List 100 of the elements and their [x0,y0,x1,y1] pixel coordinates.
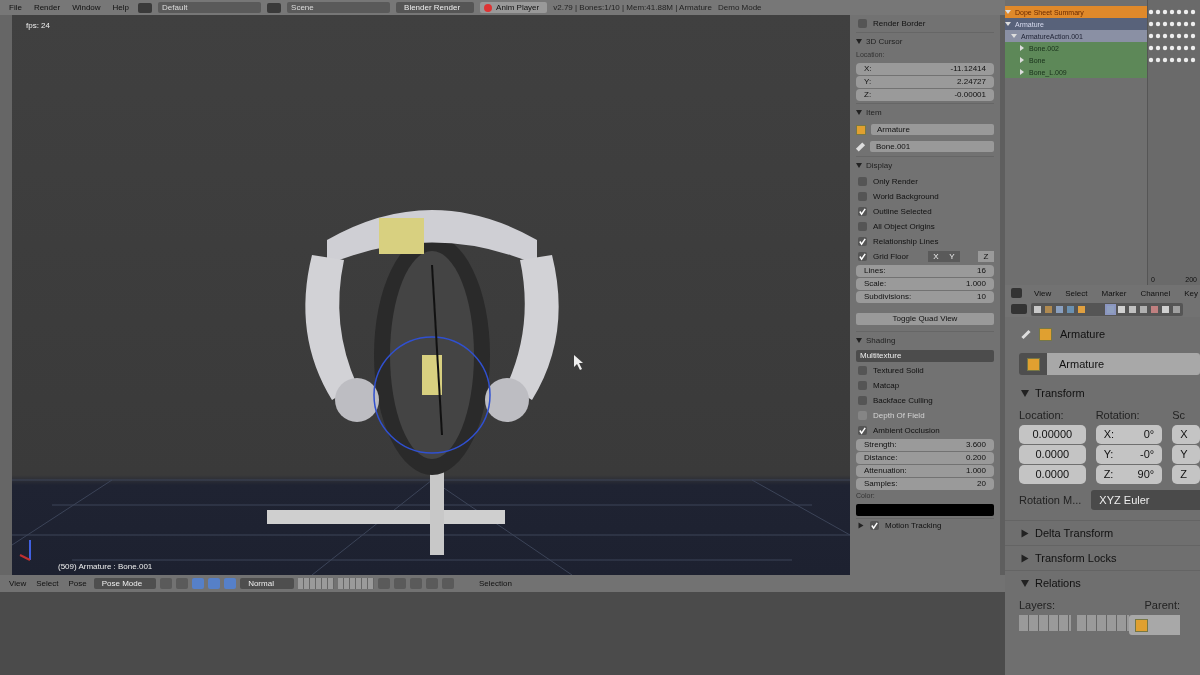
checkbox[interactable] [858,237,867,246]
object-browse-button[interactable] [1019,353,1047,375]
field-label: Layers: [1019,599,1056,611]
disclosure-triangle-icon[interactable] [1021,529,1029,537]
bone-name-field[interactable]: Bone.001 [870,141,994,152]
breadcrumb: Armature [1060,328,1106,340]
property-tab[interactable] [1032,303,1043,315]
parent-field[interactable] [1129,615,1180,635]
number-field[interactable]: Z [1172,465,1200,484]
menu-item[interactable]: View [6,579,30,588]
checkbox[interactable] [858,252,867,261]
menu-item[interactable]: Select [33,579,62,588]
number-field[interactable]: Y: 2.24727 [856,76,994,88]
property-tab[interactable] [1065,303,1076,315]
property-tab[interactable] [1149,303,1160,315]
checkbox-label: Matcap [873,381,900,390]
checkbox-label: Grid Floor [873,252,909,261]
scene-field[interactable]: Scene [287,2,391,13]
axis-gizmo-icon [19,539,31,561]
selection-label: Selection [477,579,513,588]
property-tab[interactable] [1127,303,1138,315]
menu-item[interactable]: View [1032,288,1054,298]
layer-grid-icon[interactable] [297,578,334,589]
number-field[interactable]: Attenuation: 1.000 [856,465,994,477]
disclosure-triangle-icon[interactable] [1021,579,1029,587]
menu-item[interactable]: Pose [65,579,90,588]
number-field[interactable]: X: -11.12414 [856,63,994,75]
render-engine-dropdown[interactable]: Blender Render [396,2,475,13]
menu-item[interactable]: Help [109,3,133,12]
axis-toggle[interactable]: X [928,251,944,262]
layer-grid[interactable] [1077,615,1129,631]
object-name-field[interactable]: Armature [1047,353,1200,375]
toggle-quad-view-button[interactable]: Toggle Quad View [856,313,994,325]
disclosure-triangle-icon[interactable] [856,337,862,343]
number-field[interactable]: Strength: 3.600 [856,439,994,451]
checkbox[interactable] [858,396,867,405]
rotation-mode-dropdown[interactable]: XYZ Euler [1091,490,1200,510]
number-field[interactable]: Subdivisions: 10 [856,291,994,303]
checkbox-label: Ambient Occlusion [873,426,940,435]
checkbox[interactable] [858,207,867,216]
property-tab[interactable] [1160,303,1171,315]
layer-grid-icon[interactable] [337,578,374,589]
shading-mode-dropdown[interactable]: Multitexture [856,350,994,362]
checkbox-label: World Background [873,192,939,201]
number-field[interactable]: Distance: 0.200 [856,452,994,464]
scrollbar[interactable] [1000,15,1005,575]
panel-title: Item [866,107,882,117]
menu-item[interactable]: Render [30,3,64,12]
checkbox[interactable] [858,366,867,375]
anim-player-button[interactable]: Anim Player [480,2,548,13]
axis-toggle[interactable]: Z [978,251,994,262]
property-tab[interactable] [1054,303,1065,315]
object-name-field[interactable]: Armature [871,124,994,135]
disclosure-triangle-icon[interactable] [858,522,864,529]
menu-item[interactable]: Window [69,3,104,12]
disclosure-triangle-icon[interactable] [856,109,862,115]
checkbox[interactable] [858,192,867,201]
number-field[interactable]: X: 0° [1095,425,1163,444]
mode-dropdown[interactable]: Pose Mode [93,578,157,589]
disclosure-triangle-icon[interactable] [856,38,862,44]
property-tab[interactable] [1105,303,1116,315]
menu-item[interactable]: Channel [1138,288,1173,298]
panel-title: Transform [1035,387,1085,399]
object-icon [1039,327,1052,341]
menu-item[interactable]: Marker [1099,288,1129,298]
checkbox-label: Backface Culling [873,396,933,405]
disclosure-triangle-icon[interactable] [1021,554,1029,562]
layout-field[interactable]: Default [158,2,262,13]
number-field[interactable]: Lines: 16 [856,265,994,277]
checkbox[interactable] [858,177,867,186]
menu-item[interactable]: Key [1182,288,1200,298]
menu-item[interactable]: File [6,3,25,12]
number-field[interactable]: Z: 90° [1095,465,1163,484]
checkbox[interactable] [858,426,867,435]
layer-grid[interactable] [1019,615,1071,631]
property-tab[interactable] [1116,303,1127,315]
number-field[interactable]: X [1172,425,1200,444]
number-field[interactable]: Z: -0.00001 [856,89,994,101]
property-tab[interactable] [1138,303,1149,315]
number-field[interactable]: Y: -0° [1095,445,1163,464]
number-field[interactable]: 0.00000 [1019,425,1086,444]
number-field[interactable]: 0.0000 [1019,465,1086,484]
cancel-icon [484,3,493,12]
color-swatch[interactable] [856,504,994,516]
checkbox[interactable] [858,222,867,231]
property-tab[interactable] [1076,303,1087,315]
checkbox[interactable] [858,381,867,390]
orientation-dropdown[interactable]: Normal [240,578,294,589]
menu-item[interactable]: Select [1063,288,1090,298]
property-tab[interactable] [1171,303,1182,315]
property-tab[interactable] [1043,303,1054,315]
number-field[interactable]: Samples: 20 [856,478,994,490]
disclosure-triangle-icon[interactable] [856,162,862,168]
number-field[interactable]: Scale: 1.000 [856,278,994,290]
checkbox[interactable] [858,19,867,28]
number-field[interactable]: 0.0000 [1019,445,1086,464]
disclosure-triangle-icon[interactable] [1021,389,1029,397]
number-field[interactable]: Y [1172,445,1200,464]
checkbox[interactable] [870,521,879,530]
axis-toggle[interactable]: Y [944,251,960,262]
